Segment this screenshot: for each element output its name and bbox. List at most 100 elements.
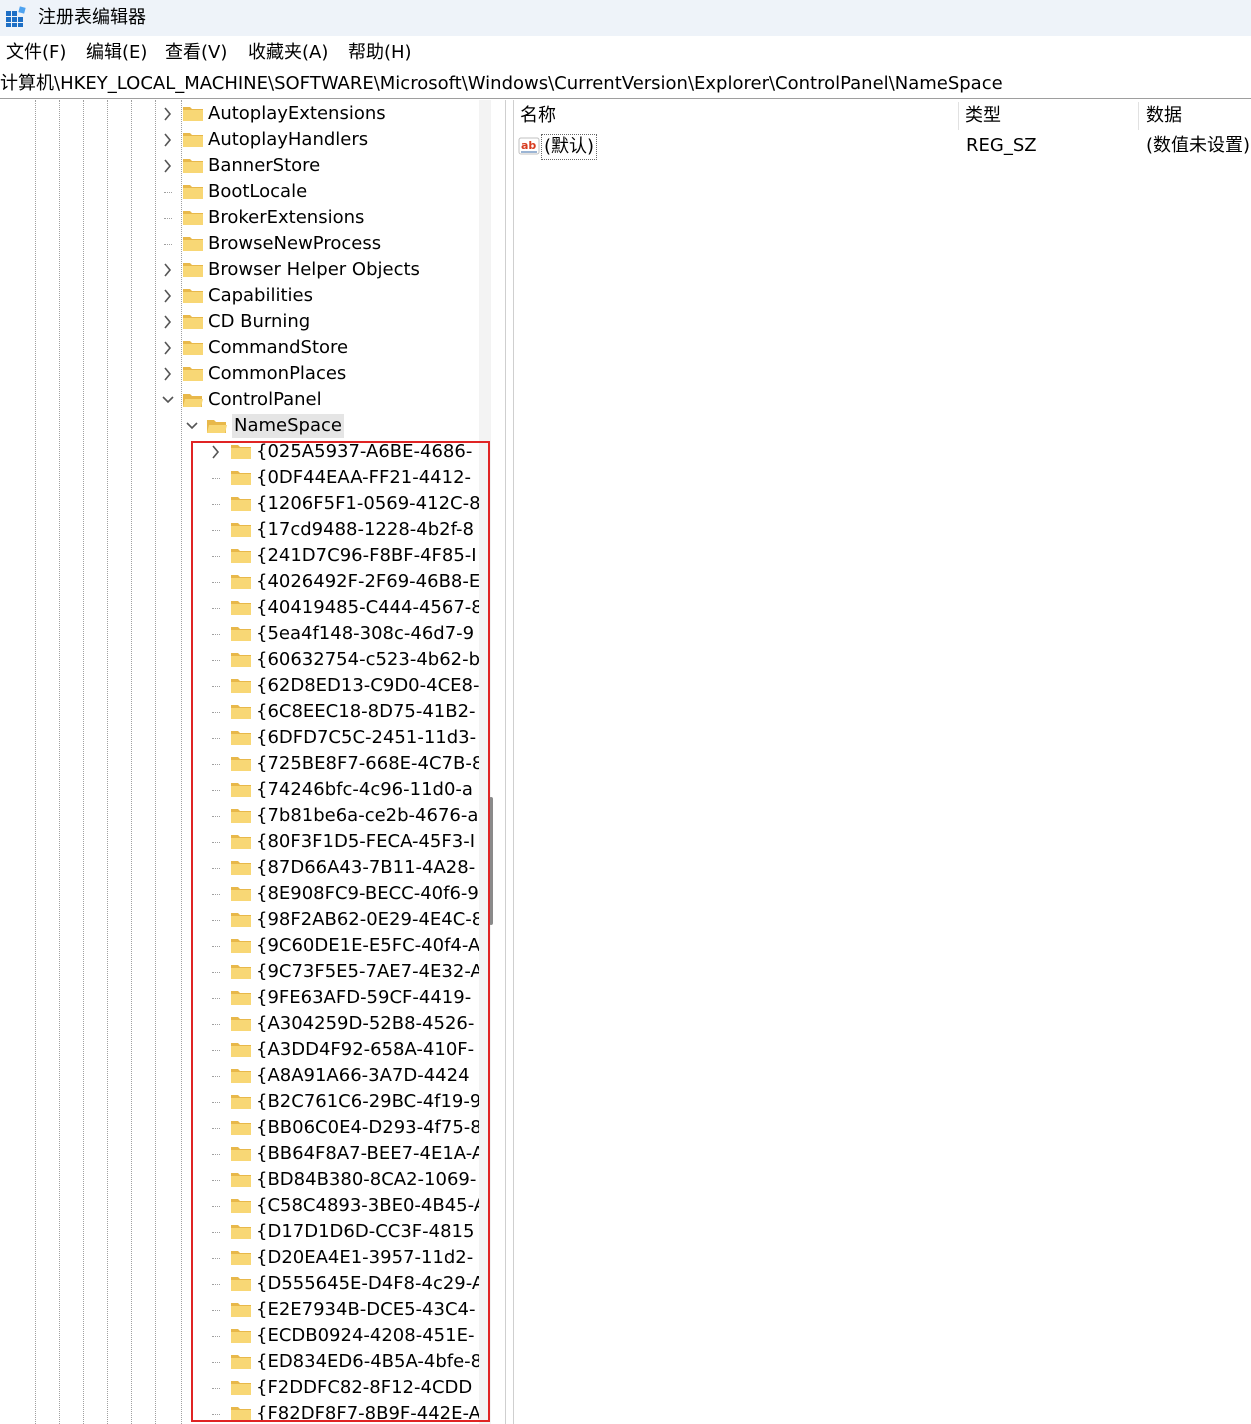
tree-item[interactable]: {8E908FC9-BECC-40f6-9 <box>0 881 480 907</box>
column-header-type[interactable]: 类型 <box>965 104 1001 128</box>
tree-item[interactable]: {9C73F5E5-7AE7-4E32-A <box>0 959 480 985</box>
tree-item-label: Browser Helper Objects <box>208 259 420 280</box>
tree-item[interactable]: {0DF44EAA-FF21-4412- <box>0 465 480 491</box>
tree-item-label: BootLocale <box>208 181 308 202</box>
folder-icon <box>230 963 252 981</box>
tree-item[interactable]: {A8A91A66-3A7D-4424 <box>0 1063 480 1089</box>
tree-item[interactable]: {BD84B380-8CA2-1069- <box>0 1167 480 1193</box>
tree-connector-line <box>212 504 220 505</box>
tree-connector-line <box>212 998 220 999</box>
tree-item[interactable]: Capabilities <box>0 283 480 309</box>
chevron-right-icon[interactable] <box>161 366 175 382</box>
tree-item[interactable]: {98F2AB62-0E29-4E4C-8 <box>0 907 480 933</box>
address-path[interactable]: 计算机\HKEY_LOCAL_MACHINE\SOFTWARE\Microsof… <box>0 72 1003 96</box>
tree-item[interactable]: {D555645E-D4F8-4c29-A <box>0 1271 480 1297</box>
tree-connector-line <box>212 1128 220 1129</box>
tree-item[interactable]: {D20EA4E1-3957-11d2- <box>0 1245 480 1271</box>
value-row[interactable]: ab (默认) REG_SZ (数值未设置) <box>514 132 1251 160</box>
tree-item[interactable]: {7b81be6a-ce2b-4676-a <box>0 803 480 829</box>
address-bar[interactable]: 计算机\HKEY_LOCAL_MACHINE\SOFTWARE\Microsof… <box>0 70 1251 99</box>
tree-item[interactable]: CD Burning <box>0 309 480 335</box>
tree-scrollbar[interactable] <box>479 100 491 1424</box>
tree-connector-line <box>212 1362 220 1363</box>
column-header-name[interactable]: 名称 <box>520 104 556 128</box>
tree-item[interactable]: {9FE63AFD-59CF-4419- <box>0 985 480 1011</box>
tree-item[interactable]: BannerStore <box>0 153 480 179</box>
tree-item-label: {C58C4893-3BE0-4B45-A <box>256 1195 479 1216</box>
tree-item[interactable]: Browser Helper Objects <box>0 257 480 283</box>
tree-item[interactable]: {B2C761C6-29BC-4f19-9 <box>0 1089 480 1115</box>
tree-connector-line <box>212 1154 220 1155</box>
tree-item[interactable]: {F82DF8F7-8B9F-442E-A <box>0 1401 480 1424</box>
value-name[interactable]: (默认) <box>541 134 598 160</box>
string-value-icon: ab <box>518 137 540 155</box>
tree-item[interactable]: NameSpace <box>0 413 480 439</box>
tree-connector-line <box>212 1024 220 1025</box>
menu-view[interactable]: 查看(V) <box>163 41 229 65</box>
tree-item[interactable]: {E2E7934B-DCE5-43C4- <box>0 1297 480 1323</box>
tree-item[interactable]: CommonPlaces <box>0 361 480 387</box>
chevron-right-icon[interactable] <box>161 288 175 304</box>
menu-favorites[interactable]: 收藏夹(A) <box>246 41 330 65</box>
tree-scrollbar-thumb[interactable] <box>489 797 493 925</box>
menu-file[interactable]: 文件(F) <box>4 41 68 65</box>
tree-item[interactable]: ControlPanel <box>0 387 480 413</box>
tree-item[interactable]: {74246bfc-4c96-11d0-a <box>0 777 480 803</box>
tree-item-label: {1206F5F1-0569-412C-8 <box>256 493 479 514</box>
key-tree[interactable]: AutoplayExtensions AutoplayHandlers Banner… <box>0 100 490 1424</box>
column-header-data[interactable]: 数据 <box>1146 104 1182 128</box>
folder-icon <box>230 937 252 955</box>
tree-item[interactable]: {F2DDFC82-8F12-4CDD <box>0 1375 480 1401</box>
column-separator[interactable] <box>1138 102 1139 130</box>
tree-item[interactable]: {62D8ED13-C9D0-4CE8- <box>0 673 480 699</box>
tree-item[interactable]: {87D66A43-7B11-4A28- <box>0 855 480 881</box>
chevron-down-icon[interactable] <box>185 418 199 434</box>
tree-item[interactable]: {60632754-c523-4b62-b <box>0 647 480 673</box>
menu-help[interactable]: 帮助(H) <box>346 41 414 65</box>
chevron-right-icon[interactable] <box>161 132 175 148</box>
chevron-right-icon[interactable] <box>161 314 175 330</box>
chevron-right-icon[interactable] <box>161 340 175 356</box>
tree-item[interactable]: {ECDB0924-4208-451E- <box>0 1323 480 1349</box>
tree-item[interactable]: {ED834ED6-4B5A-4bfe-8 <box>0 1349 480 1375</box>
tree-item[interactable]: {BB64F8A7-BEE7-4E1A-A <box>0 1141 480 1167</box>
tree-item-label: {9C73F5E5-7AE7-4E32-A <box>256 961 479 982</box>
tree-item[interactable]: AutoplayExtensions <box>0 101 480 127</box>
tree-item[interactable]: {725BE8F7-668E-4C7B-8 <box>0 751 480 777</box>
tree-item[interactable]: {1206F5F1-0569-412C-8 <box>0 491 480 517</box>
tree-item[interactable]: {5ea4f148-308c-46d7-9 <box>0 621 480 647</box>
column-separator[interactable] <box>958 102 959 130</box>
tree-item[interactable]: CommandStore <box>0 335 480 361</box>
tree-item[interactable]: {6DFD7C5C-2451-11d3- <box>0 725 480 751</box>
values-pane[interactable]: 名称 类型 数据 ab (默认) REG_SZ (数值未设置) <box>514 100 1251 1424</box>
tree-item[interactable]: {80F3F1D5-FECA-45F3-I <box>0 829 480 855</box>
chevron-down-icon[interactable] <box>161 392 175 408</box>
chevron-right-icon[interactable] <box>161 262 175 278</box>
tree-item[interactable]: {241D7C96-F8BF-4F85-I <box>0 543 480 569</box>
pane-splitter[interactable] <box>505 100 514 1424</box>
chevron-right-icon[interactable] <box>161 106 175 122</box>
tree-item[interactable]: {A304259D-52B8-4526- <box>0 1011 480 1037</box>
tree-item[interactable]: {D17D1D6D-CC3F-4815 <box>0 1219 480 1245</box>
tree-connector-line <box>212 1102 220 1103</box>
tree-item-label: BrowseNewProcess <box>208 233 382 254</box>
tree-item[interactable]: {40419485-C444-4567-8 <box>0 595 480 621</box>
tree-item-label: {4026492F-2F69-46B8-E <box>256 571 479 592</box>
tree-item[interactable]: {4026492F-2F69-46B8-E <box>0 569 480 595</box>
tree-item[interactable]: {6C8EEC18-8D75-41B2- <box>0 699 480 725</box>
tree-item[interactable]: {17cd9488-1228-4b2f-8 <box>0 517 480 543</box>
tree-item[interactable]: AutoplayHandlers <box>0 127 480 153</box>
chevron-right-icon[interactable] <box>161 158 175 174</box>
menu-edit[interactable]: 编辑(E) <box>84 41 149 65</box>
tree-item-label: {5ea4f148-308c-46d7-9 <box>256 623 475 644</box>
tree-item[interactable]: BootLocale <box>0 179 480 205</box>
tree-item[interactable]: BrowseNewProcess <box>0 231 480 257</box>
tree-item[interactable]: {9C60DE1E-E5FC-40f4-A <box>0 933 480 959</box>
tree-item[interactable]: {A3DD4F92-658A-410F- <box>0 1037 480 1063</box>
registry-editor-icon <box>6 6 26 27</box>
tree-item[interactable]: BrokerExtensions <box>0 205 480 231</box>
tree-item[interactable]: {C58C4893-3BE0-4B45-A <box>0 1193 480 1219</box>
tree-item[interactable]: {025A5937-A6BE-4686- <box>0 439 480 465</box>
chevron-right-icon[interactable] <box>209 444 223 460</box>
tree-item[interactable]: {BB06C0E4-D293-4f75-8 <box>0 1115 480 1141</box>
